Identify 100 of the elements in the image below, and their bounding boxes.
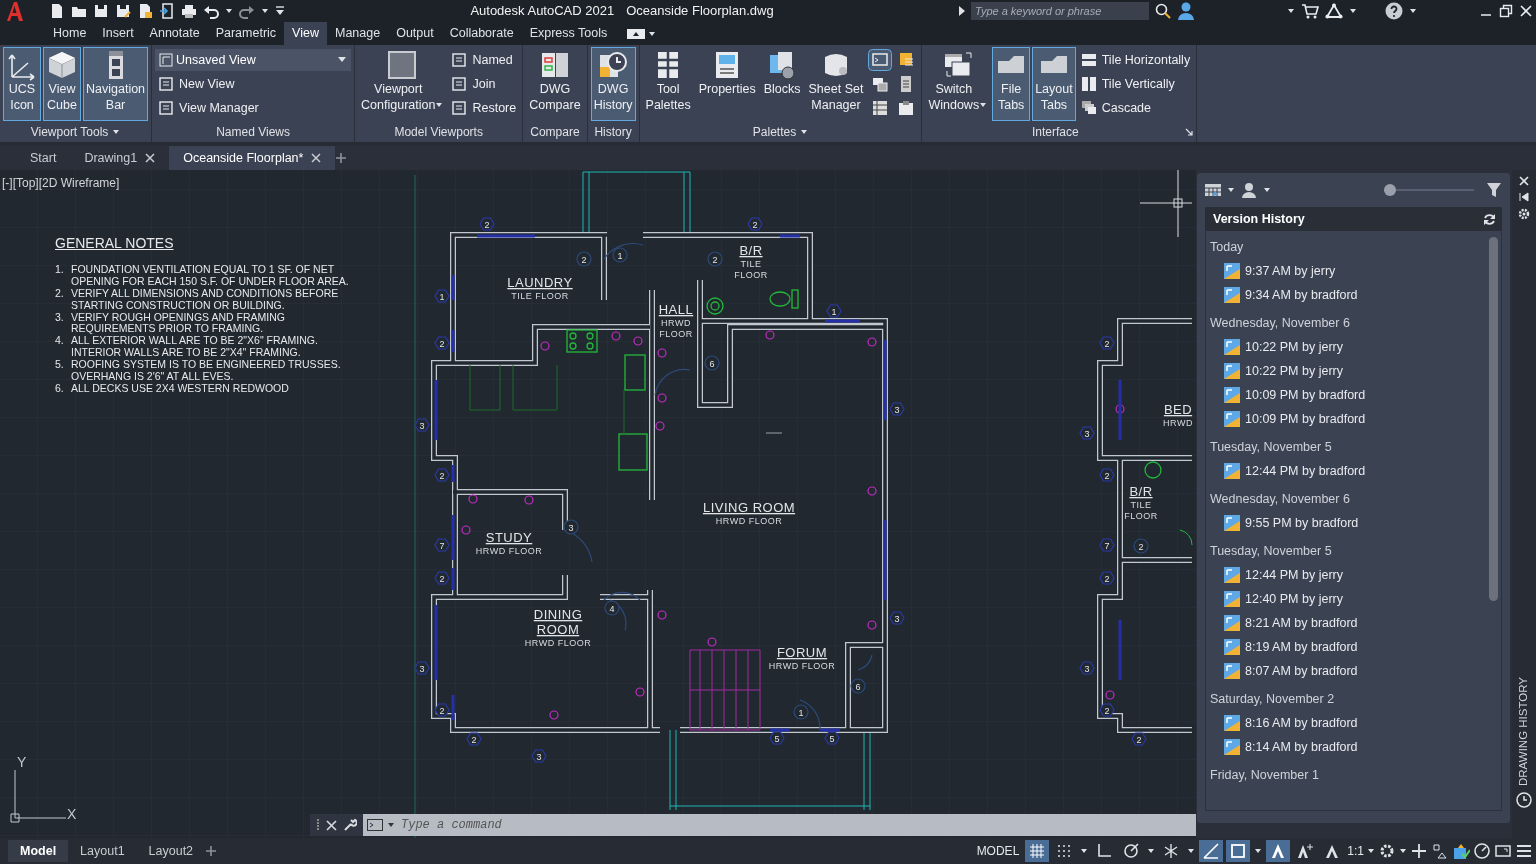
user-icon[interactable] [1177,2,1195,20]
caret-icon[interactable] [648,29,657,38]
version-item[interactable]: 8:14 AM by bradford [1210,735,1501,759]
ribbon-tab[interactable]: Insert [94,22,142,45]
caret-icon[interactable] [112,128,121,136]
document-icon[interactable] [137,3,153,19]
close-icon[interactable] [1519,176,1529,186]
network-triangle-icon[interactable] [1325,3,1343,19]
menu-caret-icon[interactable] [275,6,285,16]
version-item[interactable]: 10:22 PM by jerry [1210,359,1501,383]
layout-tab[interactable]: Model [8,840,69,862]
caret-icon[interactable] [1254,847,1263,855]
version-item[interactable]: 12:44 PM by jerry [1210,563,1501,587]
ribbon-button[interactable]: New View [155,73,352,95]
wrench-icon[interactable] [343,818,357,832]
help-icon[interactable] [1385,2,1403,20]
refresh-icon[interactable] [1483,212,1496,226]
version-item[interactable]: 9:34 AM by bradford [1210,283,1501,307]
settings-icon[interactable] [1518,208,1530,220]
ribbon-button[interactable]: DWG History [590,47,636,121]
version-item[interactable]: 8:16 AM by bradford [1210,711,1501,735]
ribbon-button[interactable]: Restore [448,97,520,119]
version-item[interactable]: 12:40 PM by jerry [1210,587,1501,611]
caret-icon[interactable] [1080,847,1089,855]
units-icon[interactable] [1431,842,1449,860]
caret-icon[interactable] [800,128,809,136]
caret-icon[interactable] [1287,7,1295,15]
ribbon-button[interactable]: Blocks [760,47,804,121]
save-icon[interactable] [115,3,131,19]
close-icon[interactable] [145,153,156,163]
ribbon-button[interactable]: UCS Icon [3,47,41,121]
version-item[interactable]: 12:44 PM by bradford [1210,459,1501,483]
ribbon-button[interactable]: DWG Compare [526,47,584,121]
ribbon-button[interactable]: Navigation Bar [83,47,149,121]
caret-icon[interactable] [1367,847,1375,855]
annotation-scale[interactable]: 1:1 [1347,842,1364,860]
ribbon-button[interactable]: Properties [695,47,759,121]
ribbon-tab[interactable]: Parametric [207,22,285,45]
version-item[interactable]: 9:37 AM by jerry [1210,259,1501,283]
caret-icon[interactable] [1187,847,1196,855]
status-toggle-button[interactable] [1226,840,1251,862]
ribbon-button[interactable]: Join [448,73,520,95]
view-dropdown[interactable]: Unsaved View [155,49,352,71]
ribbon-button[interactable]: Switch Windows [925,47,991,121]
ribbon-button[interactable]: View Manager [155,97,352,119]
ribbon-tab[interactable]: Annotate [141,22,208,45]
status-toggle-button[interactable] [1199,840,1224,862]
version-item[interactable]: 8:07 AM by bradford [1210,659,1501,683]
ribbon-tab[interactable]: Collaborate [441,22,522,45]
close-icon[interactable] [326,819,337,831]
file-tab[interactable]: Start [16,146,71,170]
viewport-label[interactable]: [-][Top][2D Wireframe] [2,174,120,192]
print-icon[interactable] [181,3,197,19]
menu-icon[interactable] [1515,842,1533,860]
close-icon[interactable] [311,153,322,163]
add-tab-icon[interactable] [205,845,218,857]
layout-tab[interactable]: Layout2 [136,840,206,862]
expand-arrow-icon[interactable] [959,6,965,16]
fullscreen-icon[interactable] [1494,842,1512,860]
search-field[interactable]: Type a keyword or phrase [971,2,1149,20]
status-toggle-button[interactable] [1025,840,1050,862]
version-item[interactable]: 10:09 PM by bradford [1210,407,1501,431]
document-icon[interactable] [49,3,65,19]
ribbon-tab[interactable]: View [284,22,327,45]
ribbon-button[interactable]: Tile Vertically [1077,73,1194,95]
ribbon-button[interactable]: View Cube [43,47,81,121]
filter-icon[interactable] [1486,182,1502,198]
user-icon[interactable] [1241,182,1257,198]
ribbon-button[interactable]: Cascade [1077,97,1194,119]
launcher-arrow-icon[interactable] [1185,128,1194,136]
ribbon-button[interactable]: Sheet Set Manager [805,47,867,121]
scrollbar-thumb[interactable] [1489,237,1498,601]
file-tab[interactable]: Drawing1 [70,146,170,170]
ribbon-button[interactable]: Tool Palettes [642,47,694,121]
upload-icon[interactable] [159,3,175,19]
panel-toggle-icon[interactable] [627,28,646,39]
caret-icon[interactable] [1409,7,1417,15]
cart-icon[interactable] [1301,3,1319,19]
file-tab[interactable]: Oceanside Floorplan* [169,146,336,170]
version-item[interactable]: 10:09 PM by bradford [1210,383,1501,407]
undo-icon[interactable] [203,3,219,19]
performance-icon[interactable] [1473,842,1491,860]
version-item[interactable]: 8:19 AM by bradford [1210,635,1501,659]
version-item[interactable]: 10:22 PM by jerry [1210,335,1501,359]
ribbon-button[interactable]: Viewport Configuration [358,47,447,121]
space-indicator[interactable]: MODEL [976,842,1020,860]
search-icon[interactable] [1155,3,1171,19]
restore-icon[interactable] [1499,4,1513,18]
redo-icon[interactable] [239,3,255,19]
save-icon[interactable] [93,3,109,19]
annotation-scale-icon[interactable] [1296,842,1315,860]
history-clock-icon[interactable] [1516,792,1532,808]
ribbon-tab[interactable]: Home [45,22,95,45]
version-item[interactable]: 9:55 PM by bradford [1210,511,1501,535]
ribbon-button[interactable]: Tile Horizontally [1077,49,1194,71]
caret-icon[interactable] [261,7,269,15]
caret-icon[interactable] [1227,186,1235,194]
caret-icon[interactable] [1349,7,1357,15]
ribbon-tab[interactable]: Express Tools [521,22,616,45]
settings-icon[interactable] [1378,842,1396,860]
